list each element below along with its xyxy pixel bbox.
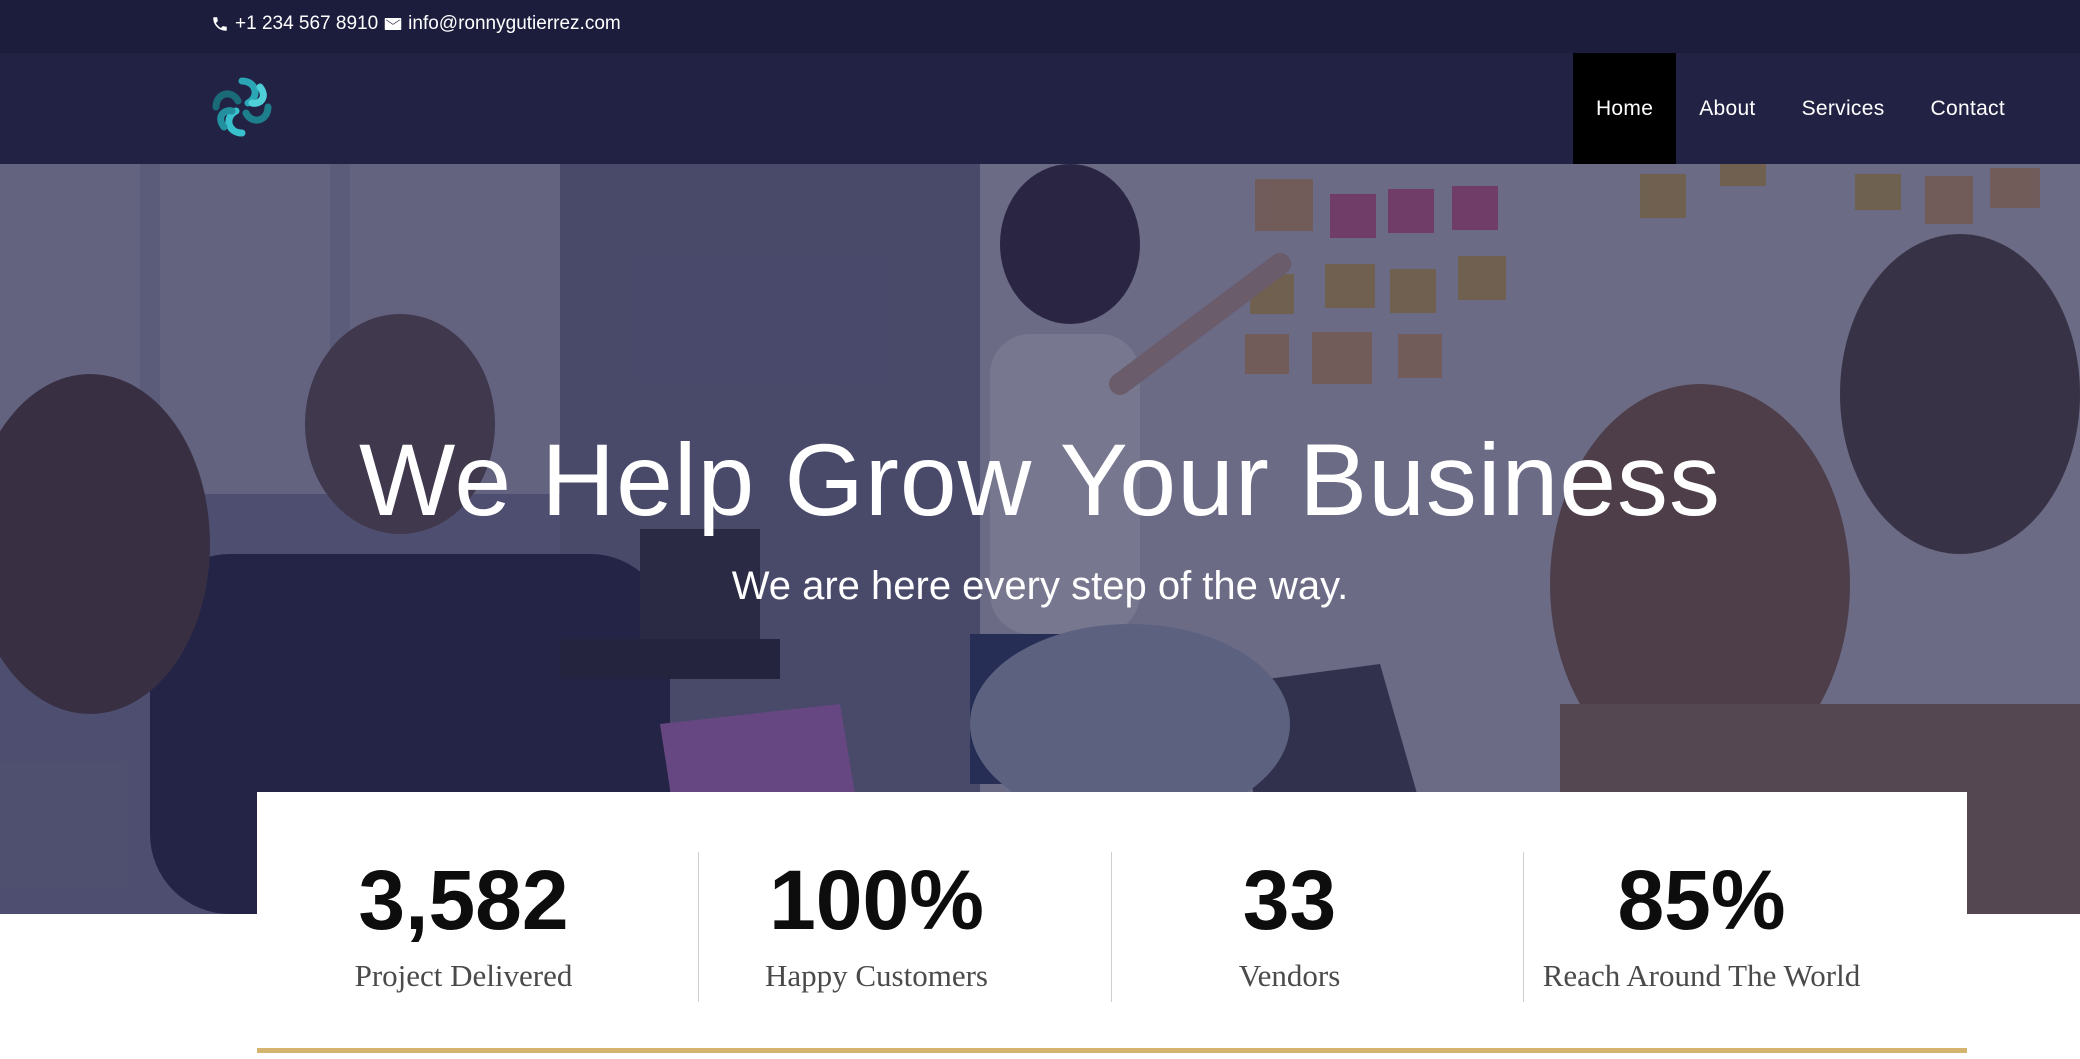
stat-projects: 3,582 Project Delivered: [257, 852, 670, 1002]
top-contact-bar: +1 234 567 8910 info@ronnygutierrez.com: [0, 0, 2080, 53]
hero-title: We Help Grow Your Business: [358, 423, 1722, 537]
stat-label: Vendors: [1238, 958, 1341, 993]
stat-label: Reach Around The World: [1542, 958, 1861, 993]
nav-menu: Home About Services Contact: [1572, 53, 2028, 164]
stat-reach: 85% Reach Around The World: [1495, 852, 1908, 1002]
nav-item-services[interactable]: Services: [1779, 53, 1908, 164]
stat-value: 85%: [1617, 853, 1786, 947]
stat-value: 3,582: [358, 853, 569, 947]
hero-subtitle: We are here every step of the way.: [731, 564, 1349, 608]
main-navbar: Home About Services Contact: [0, 53, 2080, 164]
stat-value: 100%: [769, 853, 984, 947]
stat-vendors: 33 Vendors: [1083, 852, 1496, 1002]
phone-icon: [213, 17, 227, 31]
nav-item-about[interactable]: About: [1676, 53, 1778, 164]
logo-icon[interactable]: [208, 73, 276, 141]
stat-label: Happy Customers: [764, 958, 988, 993]
contact-info: +1 234 567 8910 info@ronnygutierrez.com: [211, 12, 621, 36]
envelope-icon: [384, 18, 402, 30]
stat-customers: 100% Happy Customers: [670, 852, 1083, 1002]
nav-item-contact[interactable]: Contact: [1908, 53, 2028, 164]
nav-item-home[interactable]: Home: [1572, 53, 1677, 164]
accent-divider-line: [257, 1048, 1967, 1053]
stat-label: Project Delivered: [354, 958, 573, 993]
stat-value: 33: [1242, 853, 1337, 947]
stats-panel: 3,582 Project Delivered 100% Happy Custo…: [257, 792, 1967, 1048]
phone-number[interactable]: +1 234 567 8910: [235, 13, 378, 35]
email-address[interactable]: info@ronnygutierrez.com: [408, 13, 621, 35]
